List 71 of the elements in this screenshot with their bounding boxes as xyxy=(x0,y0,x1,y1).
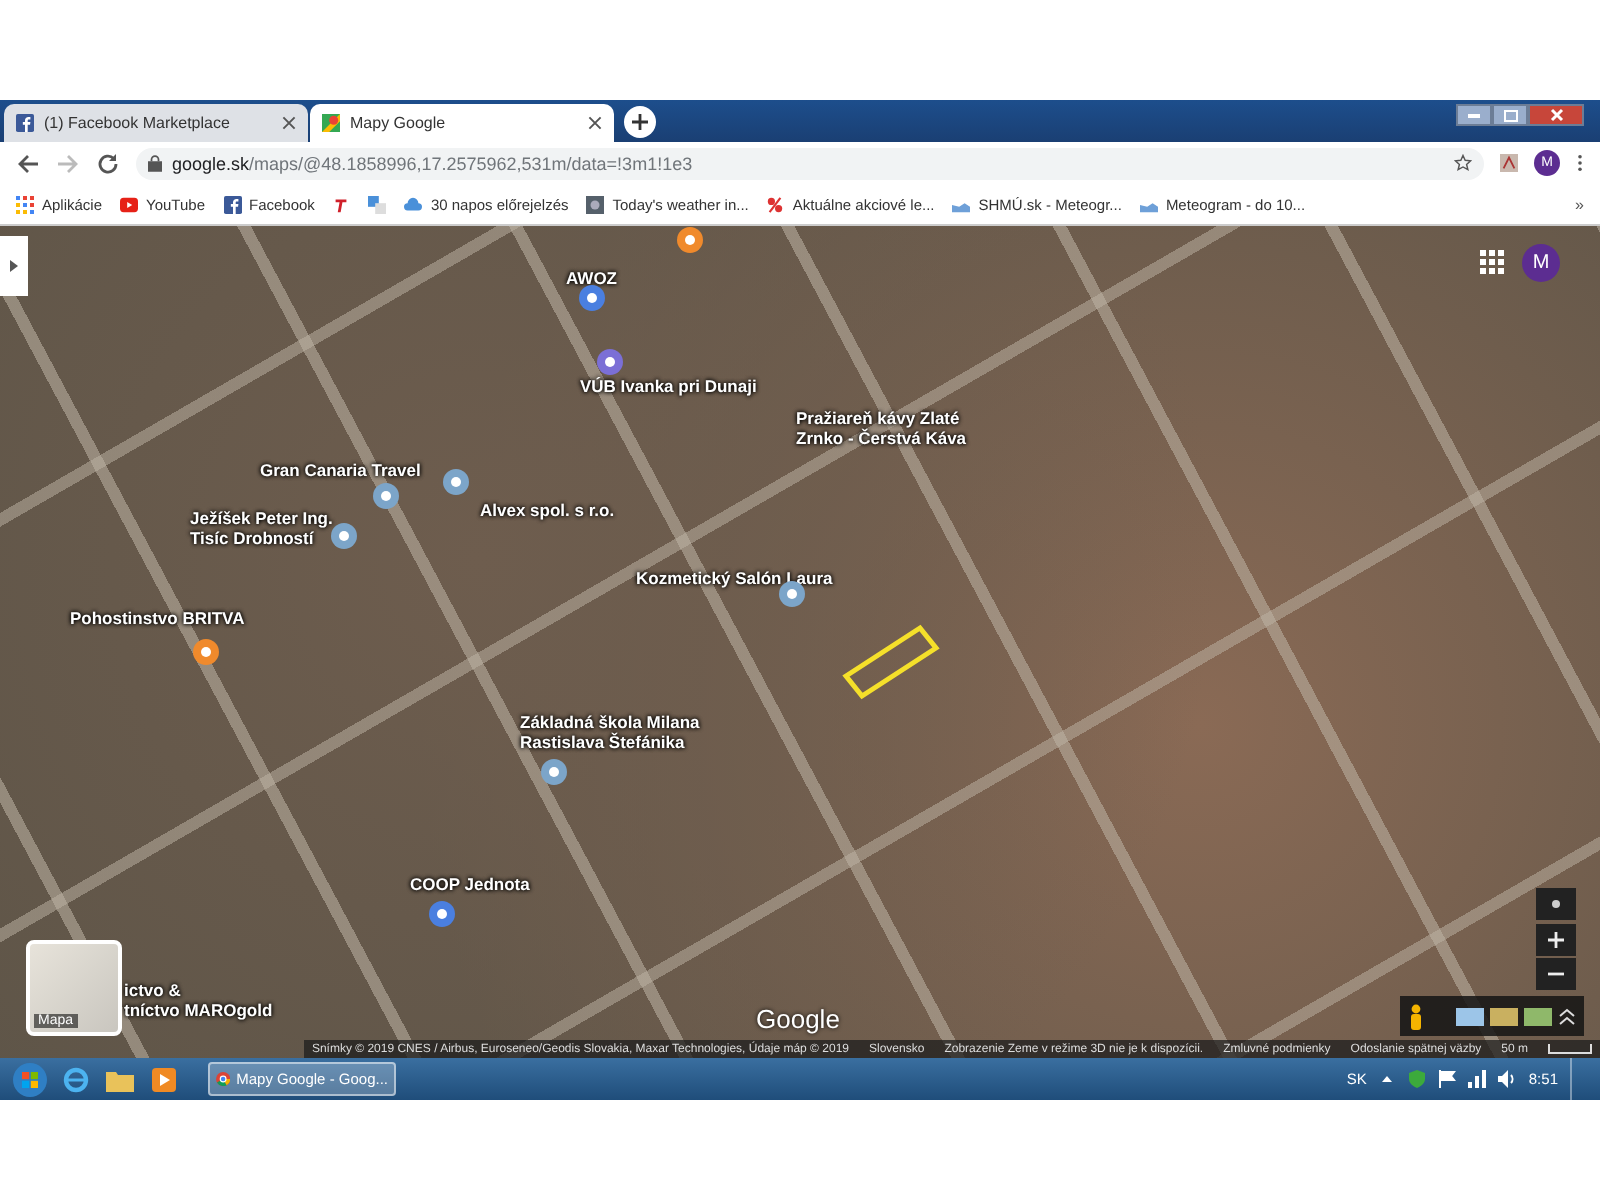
minimize-button[interactable] xyxy=(1456,104,1492,126)
compass-icon xyxy=(1546,894,1566,914)
google-logo: Google xyxy=(756,1004,840,1034)
close-icon[interactable] xyxy=(282,116,296,130)
facebook-icon xyxy=(16,114,34,132)
triangle-right-icon xyxy=(10,260,18,272)
flag-icon[interactable] xyxy=(1438,1070,1457,1088)
media-player-icon[interactable] xyxy=(148,1065,180,1093)
thumbnail-icon xyxy=(586,195,605,213)
facebook-icon xyxy=(223,195,241,213)
plus-icon xyxy=(632,114,648,130)
address-bar[interactable]: google.sk/maps/@48.1858996,17.2575962,531m/data=!3m1!1e3 xyxy=(136,147,1484,179)
apps-grid-icon[interactable] xyxy=(1480,250,1504,274)
back-arrow-icon[interactable] xyxy=(16,151,40,175)
imagery-thumbnail[interactable] xyxy=(1456,1007,1484,1025)
imagery-thumbnail[interactable] xyxy=(1524,1007,1552,1025)
imagery-thumbnail[interactable] xyxy=(1490,1007,1518,1025)
pin-icon[interactable] xyxy=(578,284,606,312)
place-label[interactable]: Pohostinstvo BRITVA xyxy=(70,610,245,630)
star-icon[interactable] xyxy=(1454,154,1472,172)
place-label[interactable]: AWOZ xyxy=(566,270,617,290)
pin-icon[interactable] xyxy=(428,900,456,928)
place-label[interactable]: Gran Canaria Travel xyxy=(260,462,421,482)
expand-panel-button[interactable] xyxy=(0,236,28,296)
browser-e-icon[interactable] xyxy=(60,1065,92,1093)
cloud-icon xyxy=(404,195,423,213)
close-button[interactable] xyxy=(1528,104,1584,126)
pin-icon[interactable] xyxy=(596,348,624,376)
pin-icon[interactable] xyxy=(192,638,220,666)
zoom-out-button[interactable] xyxy=(1536,958,1576,990)
pin-icon[interactable] xyxy=(372,482,400,510)
person-icon[interactable] xyxy=(1408,1003,1424,1029)
double-chevron-up-icon[interactable] xyxy=(1558,1007,1576,1025)
place-label[interactable]: Alvex spol. s r.o. xyxy=(480,502,615,522)
start-button[interactable] xyxy=(12,1061,48,1097)
maximize-icon xyxy=(1503,109,1517,121)
place-label[interactable]: ictvo & tníctvo MAROgold xyxy=(124,982,273,1022)
zoom-in-icon xyxy=(1546,930,1566,950)
new-tab-button[interactable] xyxy=(624,106,656,138)
apps-grid-icon xyxy=(16,195,34,213)
signal-icon[interactable] xyxy=(1468,1070,1487,1088)
url-text: google.sk/maps/@48.1858996,17.2575962,531m/data=!3m1!1e3 xyxy=(172,153,693,173)
lock-icon xyxy=(148,154,162,172)
reload-icon[interactable] xyxy=(96,151,120,175)
chrome-icon xyxy=(216,1070,231,1088)
maximize-button[interactable] xyxy=(1492,104,1528,126)
pin-icon[interactable] xyxy=(330,522,358,550)
minimize-icon xyxy=(1468,112,1480,118)
pin-icon[interactable] xyxy=(442,468,470,496)
browser-tab[interactable]: (1) Facebook Marketplace xyxy=(4,104,308,142)
place-label[interactable]: VÚB Ivanka pri Dunaji xyxy=(580,378,757,398)
pin-icon[interactable] xyxy=(676,226,704,254)
place-label[interactable]: Pražiareň kávy Zlaté Zrnko - Čerstvá Káva xyxy=(796,410,967,450)
close-icon xyxy=(1549,108,1563,122)
play-icon xyxy=(120,195,139,213)
place-label[interactable]: Ježíšek Peter Ing. Tisíc Drobností xyxy=(190,510,333,550)
pin-icon[interactable] xyxy=(540,758,568,786)
place-label[interactable]: Základná škola Milana Rastislava Štefánika xyxy=(520,714,700,754)
scale-bar-icon xyxy=(1548,1044,1592,1054)
compass-button[interactable] xyxy=(1536,888,1576,920)
place-label[interactable]: COOP Jednota xyxy=(410,876,530,896)
more-bookmarks-button[interactable]: » xyxy=(1575,195,1584,213)
zoom-in-button[interactable] xyxy=(1536,924,1576,956)
close-icon[interactable] xyxy=(588,116,602,130)
browser-tab[interactable]: Mapy Google xyxy=(310,104,614,142)
parcel-outline xyxy=(840,620,944,704)
speaker-icon[interactable] xyxy=(1498,1070,1517,1088)
menu-icon[interactable] xyxy=(1576,154,1584,172)
percent-icon xyxy=(766,195,785,213)
letter-t-icon[interactable] xyxy=(332,195,351,213)
shield-icon[interactable] xyxy=(1408,1070,1427,1088)
